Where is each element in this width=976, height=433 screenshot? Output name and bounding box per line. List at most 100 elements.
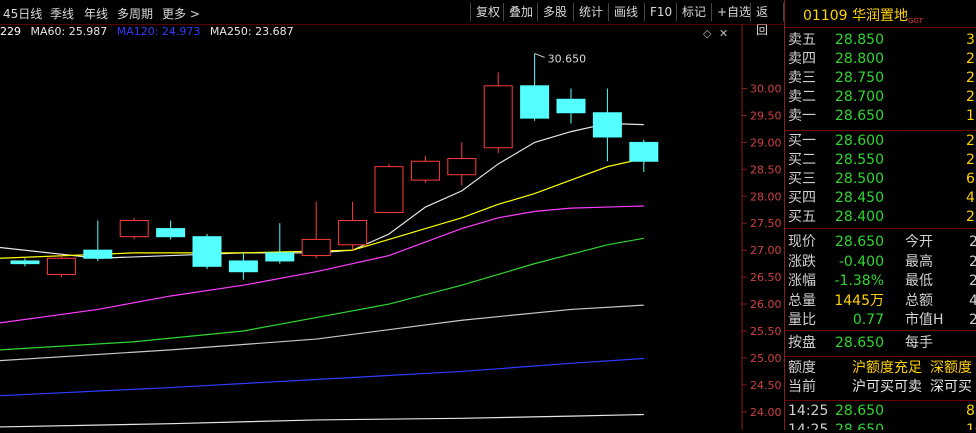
stat-value2: 2 [969, 253, 976, 270]
high-marker-line [534, 53, 545, 58]
ma-line [0, 357, 644, 397]
ma-line [0, 122, 644, 259]
quota-shen: 深额度 [930, 360, 972, 376]
period-multi[interactable]: 多周期 [117, 5, 153, 22]
ytick-label: 25.50 [750, 325, 782, 338]
quote-panel: 01109 华润置地GGT 卖五 28.850 3 卖四 28.800 2 卖三 28.750… [785, 0, 976, 430]
ask-row: 卖二 28.700 2 [785, 88, 976, 107]
stat-value2: 2 [969, 234, 976, 250]
bid-label: 买三 [788, 171, 816, 187]
bid-label: 买一 [788, 133, 816, 149]
ytick-label: 29.50 [750, 109, 782, 122]
period-quarter[interactable]: 季线 [50, 5, 74, 22]
stat-row: 涨幅 -1.38% 最低 2 [785, 272, 976, 291]
ma-line [0, 304, 644, 362]
stat-value: 0.77 [852, 312, 884, 328]
stat-value: -0.400 [838, 253, 884, 270]
stat-label2: 最高 [905, 253, 933, 270]
ytick-label: 24.50 [750, 379, 782, 392]
tick-time: 14:25 [788, 422, 829, 430]
ask-row: 卖一 28.650 1 [785, 107, 976, 126]
stat-label2: 今开 [905, 234, 933, 250]
back-button[interactable]: 返回 [750, 3, 784, 37]
statistics-button[interactable]: 统计 [573, 3, 608, 21]
ytick-label: 29.00 [750, 136, 782, 149]
bid-label: 买五 [788, 209, 816, 225]
bid-row: 买四 28.450 4 [785, 189, 976, 208]
overlay-button[interactable]: 叠加 [503, 3, 538, 21]
current-shen: 深可买 [930, 379, 972, 395]
period-more[interactable]: 更多 > [162, 5, 200, 22]
multi-stock-button[interactable]: 多股 [537, 3, 572, 21]
ask-price: 28.750 [835, 70, 884, 86]
pan-label2: 每手 [905, 335, 933, 351]
candle-body [192, 236, 222, 267]
ask-label: 卖五 [788, 32, 816, 48]
stat-value2: 4 [969, 292, 976, 309]
kline-chart[interactable]: 30.00 29.50 29.00 28.50 28.00 27.50 27.00 26.50… [0, 23, 784, 430]
ma-line [0, 205, 644, 324]
tick-volume: 85 [966, 403, 976, 419]
period-year[interactable]: 年线 [84, 5, 108, 22]
f10-button[interactable]: F10 [644, 3, 677, 21]
stat-value: 28.650 [835, 234, 884, 250]
bid-volume: 2 [966, 209, 975, 225]
candle-body [156, 228, 186, 238]
separator [785, 27, 976, 28]
pan-label: 按盘 [788, 335, 816, 351]
ytick-label: 25.00 [750, 352, 782, 365]
kline-svg[interactable]: 30.00 29.50 29.00 28.50 28.00 27.50 27.00 26.50… [0, 23, 784, 430]
ask-volume: 3 [966, 32, 975, 48]
candle-body [374, 166, 404, 213]
tick-time: 14:25 [788, 403, 829, 419]
stock-title: 01109 华润置地GGT [803, 5, 923, 25]
ask-price: 28.650 [835, 108, 884, 124]
current-hu: 沪可买可卖 [852, 379, 922, 395]
current-row: 当前 沪可买可卖 深可买 [785, 378, 976, 397]
chart-toolbar: 45日线 季线 年线 多周期 更多 > 复权 叠加 多股 统计 画线 F10 标… [0, 0, 784, 37]
ask-volume: 2 [966, 70, 975, 86]
bid-label: 买四 [788, 190, 816, 206]
high-price-label: 30.650 [548, 52, 587, 65]
bid-price: 28.500 [835, 171, 884, 187]
bid-label: 买二 [788, 152, 816, 168]
ask-price: 28.850 [835, 32, 884, 48]
separator [785, 356, 976, 357]
candle-body [301, 238, 331, 257]
ask-volume: 2 [966, 51, 975, 67]
tick-price: 28.650 [835, 403, 884, 419]
ggt-badge: GGT [908, 17, 923, 25]
stat-value: -1.38% [834, 273, 884, 289]
quota-row: 额度 沪额度充足 深额度 [785, 359, 976, 378]
ytick-label: 24.00 [750, 406, 782, 419]
stat-row: 现价 28.650 今开 2 [785, 233, 976, 252]
bid-volume: 4 [966, 190, 975, 206]
bid-row: 买三 28.500 6 [785, 170, 976, 189]
stat-label2: 市值H [905, 312, 944, 328]
ytick-label: 27.50 [750, 217, 782, 230]
stock-name: 华润置地 [852, 8, 908, 24]
tick-price: 28.650 [835, 422, 884, 430]
stat-row: 总量 1445万 总额 4 [785, 292, 976, 311]
bid-price: 28.550 [835, 152, 884, 168]
ytick-label: 26.50 [750, 271, 782, 284]
stat-row: 涨跌 -0.400 最高 2 [785, 253, 976, 272]
fuquan-button[interactable]: 复权 [470, 3, 505, 21]
candle-body [10, 260, 40, 265]
quota-label: 额度 [788, 360, 816, 376]
bid-price: 28.400 [835, 209, 884, 225]
ask-row: 卖五 28.850 3 [785, 31, 976, 50]
mark-button[interactable]: 标记 [676, 3, 711, 21]
stat-value: 1445万 [834, 292, 884, 309]
draw-line-button[interactable]: 画线 [608, 3, 643, 21]
ask-label: 卖一 [788, 108, 816, 124]
stat-value2: 2 [969, 312, 976, 328]
stock-code: 01109 [803, 8, 848, 24]
stat-label: 量比 [788, 312, 816, 328]
bid-row: 买二 28.550 2 [785, 151, 976, 170]
separator [785, 330, 976, 331]
period-45day[interactable]: 45日线 [3, 5, 42, 22]
close-icon[interactable]: ✕ [719, 27, 728, 40]
ask-row: 卖三 28.750 2 [785, 69, 976, 88]
ask-volume: 2 [966, 89, 975, 105]
